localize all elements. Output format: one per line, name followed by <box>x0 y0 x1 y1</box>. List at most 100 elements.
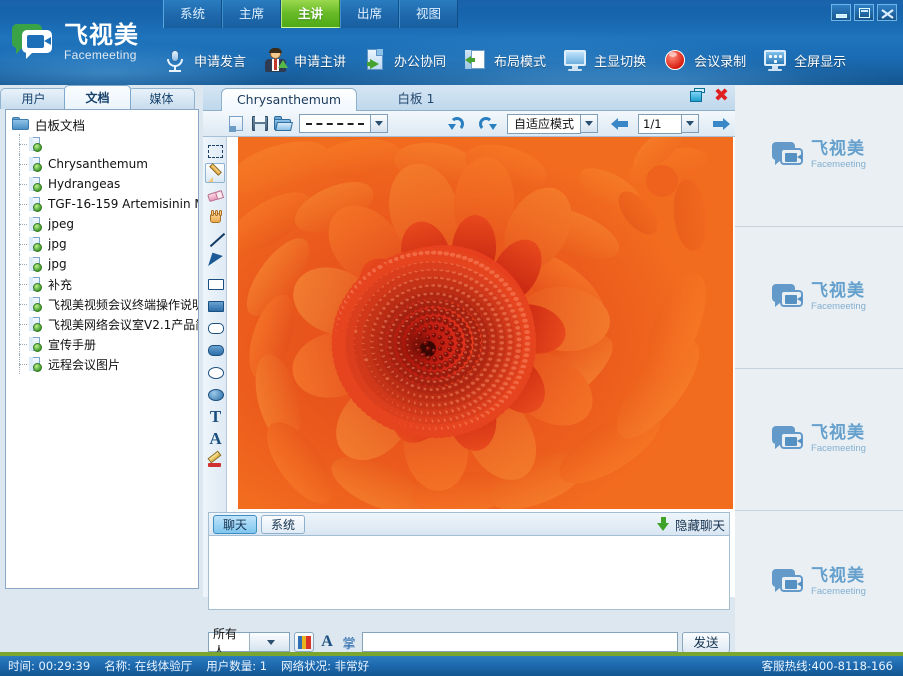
toolbar-button-request-speak[interactable]: 申请发言 <box>158 40 258 80</box>
minimize-button[interactable] <box>831 4 851 21</box>
toolbar-button-request-present[interactable]: 申请主讲 <box>258 40 358 80</box>
logo-camera-icon <box>772 425 806 454</box>
tree-item[interactable]: jpg <box>6 254 198 274</box>
status-network: 网络状况: 非常好 <box>281 658 369 674</box>
menu-tab-attendance[interactable]: 出席 <box>340 0 399 28</box>
ellipse-outline-tool[interactable] <box>205 361 225 381</box>
tree-item[interactable]: Chrysanthemum <box>6 154 198 174</box>
document-tabs: Chrysanthemum 白板 1 ✖ <box>203 85 735 111</box>
font-tool[interactable]: A <box>205 427 225 447</box>
chat-recipient-select[interactable]: 所有人 <box>208 632 290 652</box>
tree-item[interactable]: 远程会议图片 <box>6 354 198 374</box>
video-brand-cn: 飞视美 <box>811 141 866 158</box>
open-folder-icon[interactable] <box>273 114 293 134</box>
tree-item[interactable] <box>6 134 198 154</box>
line-style-dropdown-arrow[interactable] <box>371 114 388 133</box>
eraser-tool[interactable] <box>205 185 225 205</box>
tree-item[interactable]: 补充 <box>6 274 198 294</box>
emoji-icon[interactable] <box>294 632 314 652</box>
prev-page-icon[interactable] <box>611 115 631 133</box>
toolbar-button-layout-mode[interactable]: 布局模式 <box>458 40 558 80</box>
video-panel[interactable]: 飞视美 Facemeeting <box>735 85 903 227</box>
palm-icon[interactable]: 掌 <box>340 633 358 652</box>
video-brand-cn: 飞视美 <box>811 425 866 442</box>
chat-input-row: 所有人 A 掌 发送 <box>208 631 730 653</box>
tab-documents[interactable]: 文档 <box>64 85 131 109</box>
chat-tab-system[interactable]: 系统 <box>261 515 305 534</box>
doc-tab-chrysanthemum[interactable]: Chrysanthemum <box>221 88 357 111</box>
tree-root-label: 白板文档 <box>35 115 85 134</box>
save-icon[interactable] <box>250 114 270 134</box>
pointer-tool[interactable] <box>205 251 225 271</box>
tree-item-label: Chrysanthemum <box>48 157 148 171</box>
close-icon[interactable]: ✖ <box>714 88 729 103</box>
rounded-rectangle-outline-tool[interactable] <box>205 317 225 337</box>
send-button[interactable]: 发送 <box>682 632 730 653</box>
page-indicator[interactable]: 1/1 <box>638 114 682 134</box>
tree-root-node[interactable]: 白板文档 <box>6 114 198 134</box>
pencil-tool[interactable] <box>205 163 225 183</box>
tree-item[interactable]: TGF-16-159 Artemisinin M <box>6 194 198 214</box>
zoom-mode-value[interactable]: 自适应模式 <box>507 114 581 134</box>
marquee-select-tool[interactable] <box>205 141 225 161</box>
toolbar-button-fullscreen[interactable]: 全屏显示 <box>758 40 858 80</box>
document-icon <box>28 137 43 152</box>
chevron-down-icon[interactable] <box>249 633 290 651</box>
page-dropdown-arrow[interactable] <box>682 114 699 133</box>
rectangle-outline-tool[interactable] <box>205 273 225 293</box>
rounded-rectangle-filled-tool[interactable] <box>205 339 225 359</box>
text-tool[interactable]: T <box>205 405 225 425</box>
toolbar-button-office-collab[interactable]: 办公协同 <box>358 40 458 80</box>
toolbar-label-request-speak: 申请发言 <box>194 51 246 70</box>
video-panel[interactable]: 飞视美 Facemeeting <box>735 369 903 511</box>
tree-item[interactable]: jpg <box>6 234 198 254</box>
document-tree[interactable]: 白板文档 Chrysanthemum Hydrangeas TGF-16-159… <box>5 109 199 589</box>
menu-tab-system[interactable]: 系统 <box>163 0 222 28</box>
menu-tab-presenter[interactable]: 主讲 <box>281 0 340 28</box>
document-icon <box>28 197 43 212</box>
tree-item-label: 宣传手册 <box>48 336 96 353</box>
highlighter-tool[interactable] <box>205 449 225 469</box>
menu-tab-view[interactable]: 视图 <box>399 0 458 28</box>
restore-icon[interactable] <box>690 88 706 103</box>
video-panel[interactable]: 飞视美 Facemeeting <box>735 227 903 369</box>
chat-tab-chat[interactable]: 聊天 <box>213 515 257 534</box>
tab-media[interactable]: 媒体 <box>128 88 195 109</box>
tree-item[interactable]: 飞视美视频会议终端操作说明 <box>6 294 198 314</box>
toolbar-button-main-display-switch[interactable]: 主显切换 <box>558 40 658 80</box>
tree-item[interactable]: Hydrangeas <box>6 174 198 194</box>
menu-tab-chair[interactable]: 主席 <box>222 0 281 28</box>
tree-item[interactable]: jpeg <box>6 214 198 234</box>
chat-message-log[interactable] <box>208 536 730 610</box>
logo-brand-cn: 飞视美 <box>64 23 139 47</box>
ellipse-filled-tool[interactable] <box>205 383 225 403</box>
rectangle-filled-tool[interactable] <box>205 295 225 315</box>
zoom-mode-dropdown-arrow[interactable] <box>581 114 598 133</box>
left-panel: 用户 文档 媒体 白板文档 Chrysanthemum Hydrangeas T… <box>0 85 203 654</box>
new-page-icon[interactable] <box>227 114 247 134</box>
hand-tool[interactable] <box>205 207 225 227</box>
chat-message-input[interactable] <box>362 632 678 652</box>
chrysanthemum-image <box>238 137 733 509</box>
font-icon[interactable]: A <box>318 633 336 651</box>
chat-tab-bar: 聊天 系统 隐藏聊天 <box>208 512 730 536</box>
hide-chat-button[interactable]: 隐藏聊天 <box>657 515 725 534</box>
tree-item[interactable]: 宣传手册 <box>6 334 198 354</box>
tree-item-label: 飞视美网络会议室V2.1产品简 <box>48 316 198 333</box>
logo-brand-en: Facemeeting <box>64 49 139 61</box>
maximize-button[interactable] <box>854 4 874 21</box>
line-style-preview[interactable] <box>299 114 371 133</box>
doc-tab-whiteboard[interactable]: 白板 1 <box>368 88 464 111</box>
undo-icon[interactable] <box>447 114 469 134</box>
app-header: 系统 主席 主讲 出席 视图 飞视美 Facemeeting 申请发言 <box>0 0 903 85</box>
video-panel[interactable]: 飞视美 Facemeeting <box>735 511 903 653</box>
toolbar-button-record[interactable]: 会议录制 <box>658 40 758 80</box>
tab-users[interactable]: 用户 <box>0 88 67 109</box>
video-brand-en: Facemeeting <box>811 302 866 312</box>
close-button[interactable] <box>877 4 897 21</box>
line-tool[interactable] <box>205 229 225 249</box>
next-page-icon[interactable] <box>710 115 730 133</box>
redo-icon[interactable] <box>476 114 498 134</box>
tree-item[interactable]: 飞视美网络会议室V2.1产品简 <box>6 314 198 334</box>
document-share-icon <box>362 47 388 73</box>
